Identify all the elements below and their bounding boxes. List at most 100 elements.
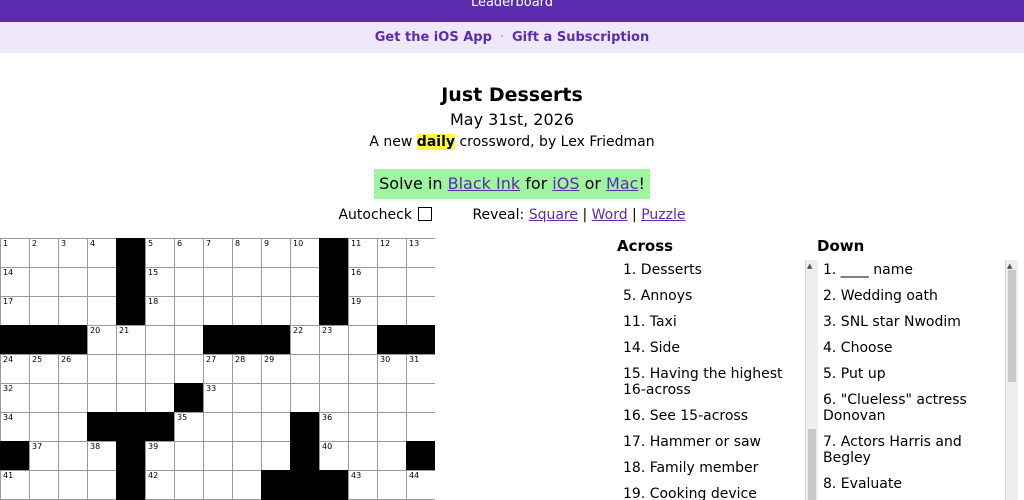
grid-cell[interactable]: 36 [319, 412, 349, 442]
grid-cell[interactable] [58, 470, 88, 500]
grid-cell[interactable] [232, 412, 262, 442]
grid-cell[interactable]: 16 [348, 267, 378, 297]
clue-item[interactable]: 7. Actors Harris and Begley [823, 434, 993, 466]
grid-cell[interactable] [29, 267, 59, 297]
grid-cell[interactable]: 19 [348, 296, 378, 326]
grid-cell[interactable]: 31 [406, 354, 435, 384]
reveal-square-link[interactable]: Square [529, 207, 578, 223]
scroll-up-icon[interactable]: ▲ [807, 262, 812, 270]
grid-cell[interactable]: 3 [58, 238, 88, 268]
grid-cell[interactable] [58, 441, 88, 471]
grid-cell[interactable]: 7 [203, 238, 233, 268]
clue-item[interactable]: 4. Choose [823, 340, 993, 356]
grid-cell[interactable] [58, 412, 88, 442]
grid-cell[interactable] [232, 441, 262, 471]
grid-cell[interactable]: 44 [406, 470, 435, 500]
grid-cell[interactable] [319, 383, 349, 413]
grid-cell[interactable]: 41 [0, 470, 30, 500]
grid-cell[interactable]: 18 [145, 296, 175, 326]
grid-cell[interactable] [261, 296, 291, 326]
grid-cell[interactable] [290, 383, 320, 413]
grid-cell[interactable] [377, 296, 407, 326]
grid-cell[interactable]: 25 [29, 354, 59, 384]
across-scroll-thumb[interactable] [808, 429, 816, 500]
clue-item[interactable]: 5. Annoys [623, 288, 793, 304]
grid-cell[interactable] [58, 296, 88, 326]
grid-cell[interactable] [290, 267, 320, 297]
grid-cell[interactable] [203, 296, 233, 326]
grid-cell[interactable] [29, 470, 59, 500]
grid-cell[interactable] [174, 267, 204, 297]
grid-cell[interactable] [116, 383, 146, 413]
grid-cell[interactable] [174, 296, 204, 326]
grid-cell[interactable]: 2 [29, 238, 59, 268]
reveal-word-link[interactable]: Word [592, 207, 628, 223]
grid-cell[interactable] [406, 296, 435, 326]
grid-cell[interactable]: 8 [232, 238, 262, 268]
grid-cell[interactable] [203, 441, 233, 471]
grid-cell[interactable]: 43 [348, 470, 378, 500]
grid-cell[interactable] [406, 383, 435, 413]
grid-cell[interactable] [87, 470, 117, 500]
grid-cell[interactable]: 1 [0, 238, 30, 268]
autocheck-checkbox[interactable] [417, 207, 432, 221]
grid-cell[interactable] [348, 412, 378, 442]
grid-cell[interactable] [377, 267, 407, 297]
grid-cell[interactable]: 20 [87, 325, 117, 355]
grid-cell[interactable] [377, 470, 407, 500]
grid-cell[interactable]: 26 [58, 354, 88, 384]
grid-cell[interactable]: 23 [319, 325, 349, 355]
grid-cell[interactable] [87, 296, 117, 326]
grid-cell[interactable] [261, 412, 291, 442]
grid-cell[interactable] [406, 267, 435, 297]
grid-cell[interactable] [232, 470, 262, 500]
grid-cell[interactable] [174, 354, 204, 384]
grid-cell[interactable] [29, 296, 59, 326]
grid-cell[interactable] [261, 441, 291, 471]
grid-cell[interactable] [87, 383, 117, 413]
grid-cell[interactable] [290, 354, 320, 384]
down-scrollbar[interactable]: ▲ [1005, 260, 1018, 500]
clue-item[interactable]: 17. Hammer or saw [623, 434, 793, 450]
grid-cell[interactable]: 35 [174, 412, 204, 442]
scroll-up-icon[interactable]: ▲ [1007, 262, 1012, 270]
grid-cell[interactable]: 34 [0, 412, 30, 442]
grid-cell[interactable] [116, 354, 146, 384]
grid-cell[interactable] [145, 325, 175, 355]
grid-cell[interactable] [406, 412, 435, 442]
clue-item[interactable]: 18. Family member [623, 460, 793, 476]
grid-cell[interactable]: 17 [0, 296, 30, 326]
clue-item[interactable]: 19. Cooking device [623, 486, 793, 500]
grid-cell[interactable]: 42 [145, 470, 175, 500]
grid-cell[interactable] [58, 267, 88, 297]
grid-cell[interactable] [290, 296, 320, 326]
grid-cell[interactable] [261, 383, 291, 413]
grid-cell[interactable]: 5 [145, 238, 175, 268]
clue-item[interactable]: 16. See 15-across [623, 408, 793, 424]
grid-cell[interactable]: 22 [290, 325, 320, 355]
grid-cell[interactable] [232, 383, 262, 413]
grid-cell[interactable]: 24 [0, 354, 30, 384]
clue-item[interactable]: 14. Side [623, 340, 793, 356]
grid-cell[interactable]: 39 [145, 441, 175, 471]
grid-cell[interactable]: 29 [261, 354, 291, 384]
reveal-puzzle-link[interactable]: Puzzle [641, 207, 685, 223]
clue-item[interactable]: 1. Desserts [623, 262, 793, 278]
mac-link[interactable]: Mac [606, 174, 638, 193]
grid-cell[interactable] [232, 267, 262, 297]
clue-item[interactable]: 3. SNL star Nwodim [823, 314, 993, 330]
clue-item[interactable]: 8. Evaluate [823, 476, 993, 492]
grid-cell[interactable]: 38 [87, 441, 117, 471]
grid-cell[interactable]: 28 [232, 354, 262, 384]
grid-cell[interactable] [87, 267, 117, 297]
grid-cell[interactable] [145, 354, 175, 384]
grid-cell[interactable] [261, 267, 291, 297]
grid-cell[interactable] [348, 354, 378, 384]
grid-cell[interactable] [319, 354, 349, 384]
grid-cell[interactable]: 27 [203, 354, 233, 384]
grid-cell[interactable]: 6 [174, 238, 204, 268]
grid-cell[interactable]: 13 [406, 238, 435, 268]
clue-item[interactable]: 6. "Clueless" actress Donovan [823, 392, 993, 424]
grid-cell[interactable]: 33 [203, 383, 233, 413]
gift-subscription-link[interactable]: Gift a Subscription [512, 30, 649, 45]
